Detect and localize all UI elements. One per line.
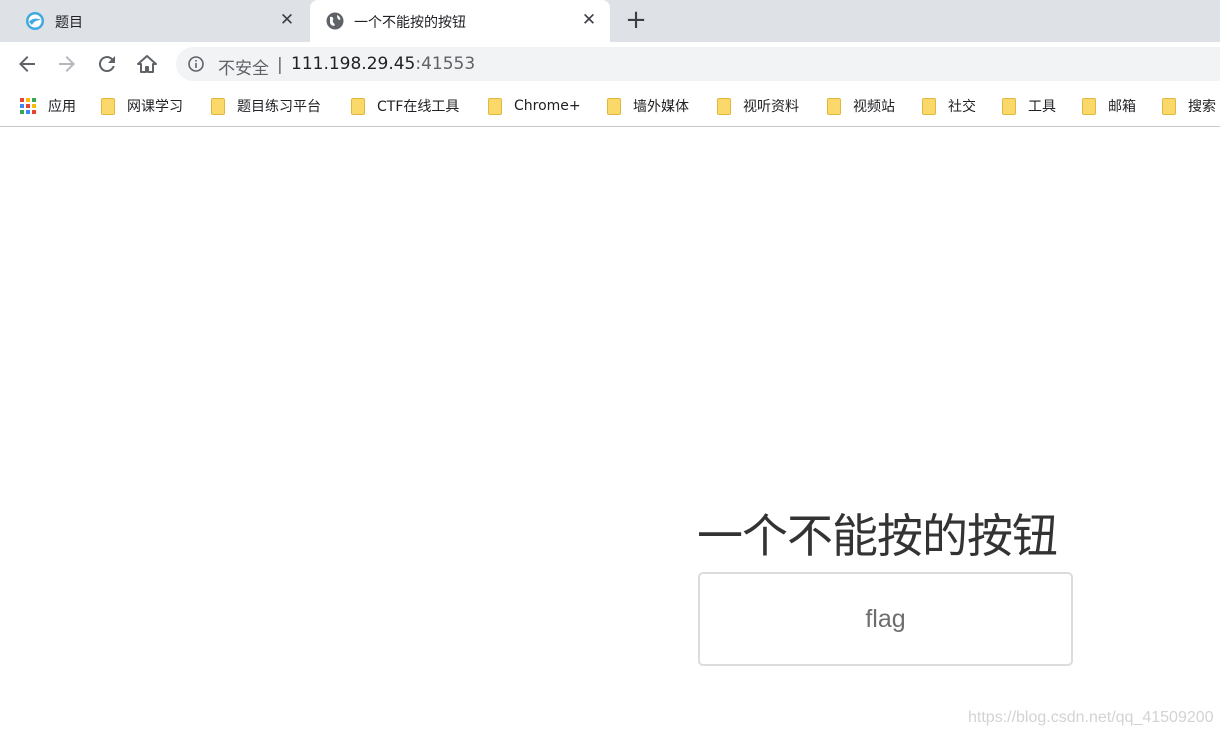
apps-grid-icon — [20, 98, 36, 114]
bookmarks-bar: 应用 网课学习 题目练习平台 CTF在线工具 Chrome+ 墙外媒体 视听资料… — [0, 86, 1220, 127]
close-icon[interactable]: ✕ — [278, 11, 296, 29]
bookmark-label: 工具 — [1028, 99, 1056, 115]
swirl-logo-icon — [26, 12, 44, 30]
bookmark-apps[interactable]: 应用 — [20, 96, 76, 116]
tab-strip: 题目 ✕ 一个不能按的按钮 ✕ + — [0, 0, 1220, 42]
page-title: 一个不能按的按钮 — [697, 509, 1058, 563]
tab-inactive[interactable]: 题目 ✕ — [0, 0, 308, 42]
folder-icon — [1002, 97, 1016, 115]
folder-icon — [607, 97, 621, 115]
bookmark-label: 网课学习 — [127, 99, 183, 115]
bookmark-folder[interactable]: Chrome+ — [488, 96, 581, 116]
folder-icon — [1082, 97, 1096, 115]
folder-icon — [101, 97, 115, 115]
bookmark-label: CTF在线工具 — [377, 99, 460, 115]
toolbar: 不安全 | 111.198.29.45:41553 — [0, 42, 1220, 86]
globe-icon — [326, 12, 344, 30]
url-text[interactable]: 111.198.29.45:41553 — [291, 54, 475, 74]
reload-icon[interactable] — [95, 52, 119, 76]
back-arrow-icon[interactable] — [15, 52, 39, 76]
bookmark-folder[interactable]: CTF在线工具 — [351, 96, 459, 116]
folder-icon — [717, 97, 731, 115]
tab-active[interactable]: 一个不能按的按钮 ✕ — [310, 0, 610, 42]
bookmark-folder[interactable]: 视频站 — [827, 96, 895, 116]
bookmark-folder[interactable]: 网课学习 — [101, 96, 183, 116]
forward-arrow-icon[interactable] — [55, 52, 79, 76]
info-icon[interactable] — [188, 56, 204, 72]
folder-icon — [827, 97, 841, 115]
folder-icon — [351, 97, 365, 115]
bookmark-folder[interactable]: 搜索 — [1162, 96, 1216, 116]
folder-icon — [211, 97, 225, 115]
folder-icon — [488, 97, 502, 115]
url-port: :41553 — [415, 54, 476, 74]
bookmark-label: Chrome+ — [514, 98, 581, 114]
tab-title: 题目 — [55, 15, 83, 31]
folder-icon — [922, 97, 936, 115]
bookmark-folder[interactable]: 邮箱 — [1082, 96, 1136, 116]
bookmark-label: 视听资料 — [743, 99, 799, 115]
tab-title: 一个不能按的按钮 — [354, 15, 466, 31]
close-icon[interactable]: ✕ — [580, 11, 598, 29]
bookmark-folder[interactable]: 视听资料 — [717, 96, 799, 116]
bookmark-label: 邮箱 — [1108, 99, 1136, 115]
bookmark-folder[interactable]: 题目练习平台 — [211, 96, 321, 116]
security-label[interactable]: 不安全 — [218, 54, 269, 79]
folder-icon — [1162, 97, 1176, 115]
url-divider: | — [277, 55, 283, 75]
bookmark-folder[interactable]: 工具 — [1002, 96, 1056, 116]
home-icon[interactable] — [135, 52, 159, 76]
flag-button[interactable]: flag — [698, 572, 1073, 666]
bookmark-label: 搜索 — [1188, 99, 1216, 115]
bookmark-label: 应用 — [48, 99, 76, 115]
bookmark-label: 墙外媒体 — [633, 99, 689, 115]
bookmark-folder[interactable]: 社交 — [922, 96, 976, 116]
bookmark-label: 视频站 — [853, 99, 895, 115]
url-host: 111.198.29.45 — [291, 54, 416, 74]
address-bar[interactable]: 不安全 | 111.198.29.45:41553 — [176, 47, 1220, 81]
new-tab-button[interactable]: + — [624, 7, 648, 33]
bookmark-label: 社交 — [948, 99, 976, 115]
bookmark-folder[interactable]: 墙外媒体 — [607, 96, 689, 116]
bookmark-label: 题目练习平台 — [237, 99, 321, 115]
watermark: https://blog.csdn.net/qq_41509200 — [968, 709, 1214, 726]
